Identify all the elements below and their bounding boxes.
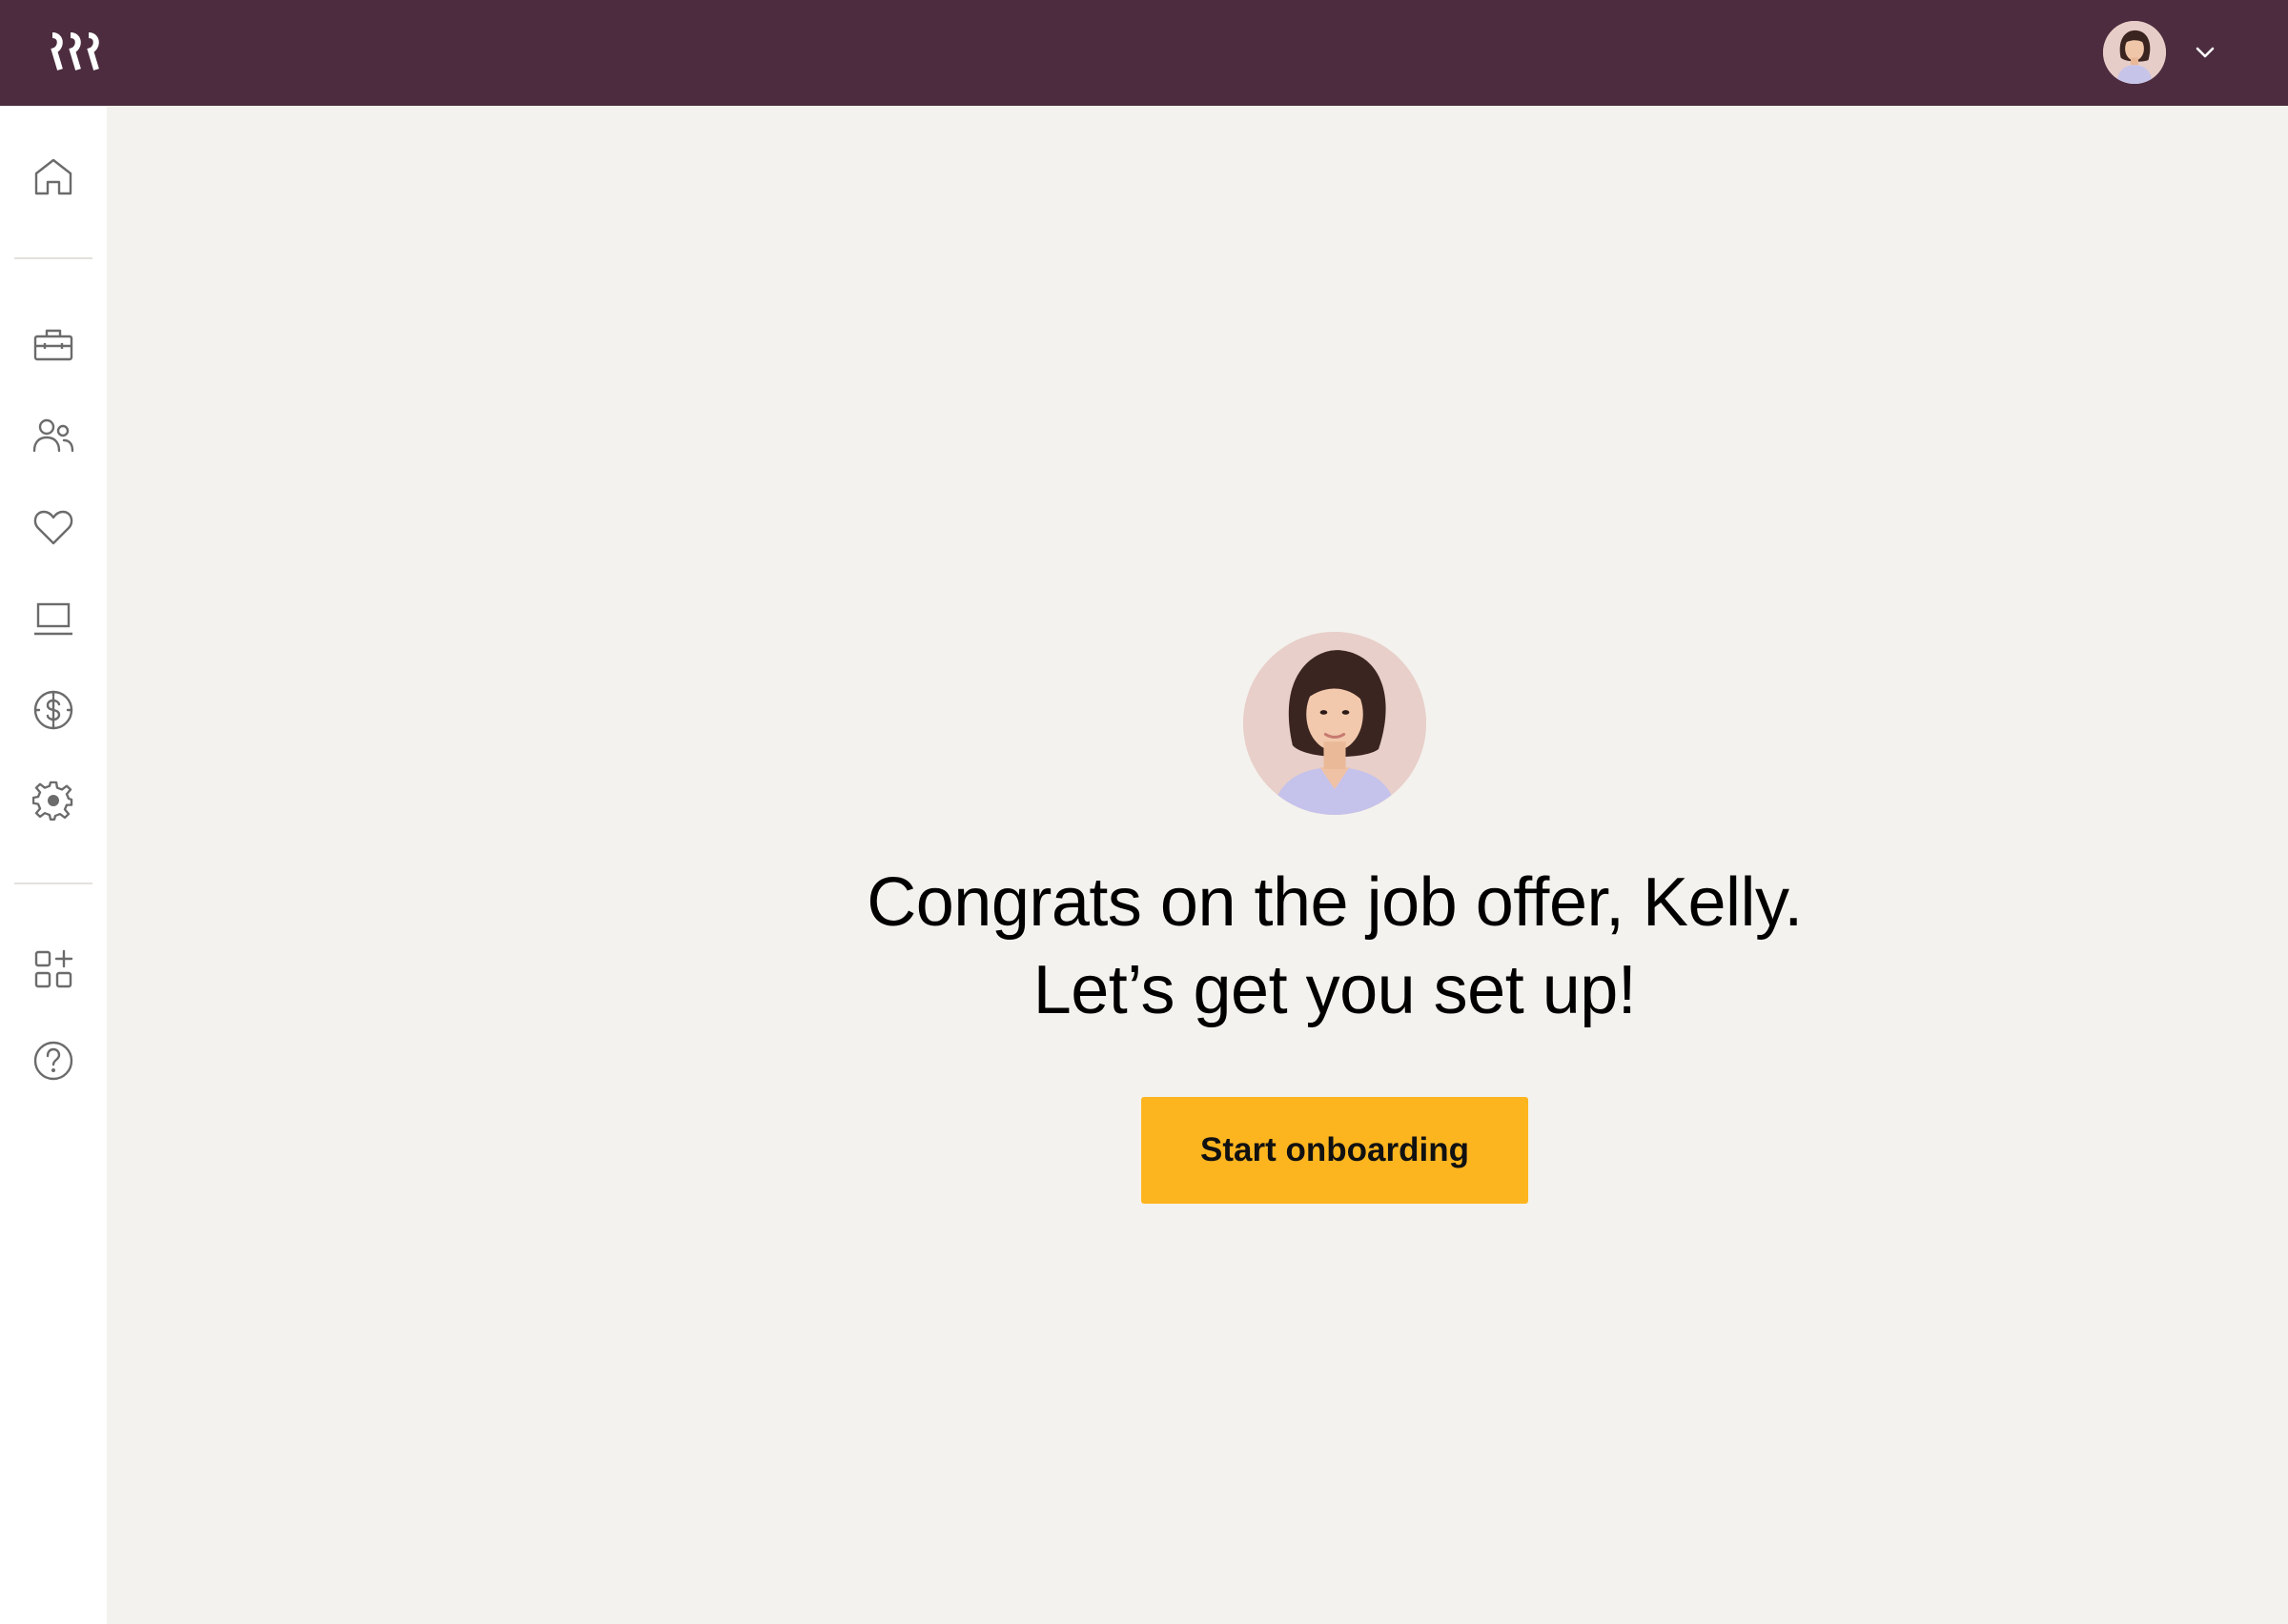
home-icon [34, 158, 72, 195]
sidebar-item-people[interactable] [25, 407, 82, 464]
page-title: Congrats on the job offer, Kelly. Let’s … [679, 859, 1991, 1034]
rippling-logo-icon[interactable] [50, 32, 103, 72]
sidebar-item-benefits[interactable] [25, 498, 82, 556]
top-bar [0, 0, 2288, 106]
apps-add-icon [34, 949, 73, 988]
dollar-icon [33, 690, 73, 730]
user-avatar[interactable] [2103, 21, 2166, 84]
chevron-down-icon[interactable] [2191, 38, 2219, 67]
sidebar [0, 106, 107, 1624]
start-onboarding-button[interactable]: Start onboarding [1141, 1097, 1528, 1204]
headline-line-1: Congrats on the job offer, Kelly. [867, 864, 1803, 941]
sidebar-item-help[interactable] [25, 1032, 82, 1089]
profile-avatar [1243, 632, 1426, 815]
sidebar-item-home[interactable] [25, 148, 82, 205]
sidebar-item-hr[interactable] [25, 315, 82, 373]
account-menu[interactable] [2103, 21, 2219, 84]
sidebar-item-payroll[interactable] [25, 681, 82, 739]
sidebar-item-settings[interactable] [25, 773, 82, 830]
sidebar-item-apps[interactable] [25, 941, 82, 998]
sidebar-divider [14, 883, 92, 884]
laptop-icon [34, 602, 72, 636]
headline-line-2: Let’s get you set up! [1032, 952, 1637, 1028]
briefcase-icon [33, 329, 73, 361]
gear-icon [32, 781, 73, 821]
people-icon [32, 418, 74, 453]
help-icon [33, 1041, 73, 1081]
heart-icon [33, 510, 73, 545]
main-content: Congrats on the job offer, Kelly. Let’s … [107, 106, 2288, 1624]
sidebar-divider [14, 257, 92, 259]
sidebar-item-devices[interactable] [25, 590, 82, 647]
